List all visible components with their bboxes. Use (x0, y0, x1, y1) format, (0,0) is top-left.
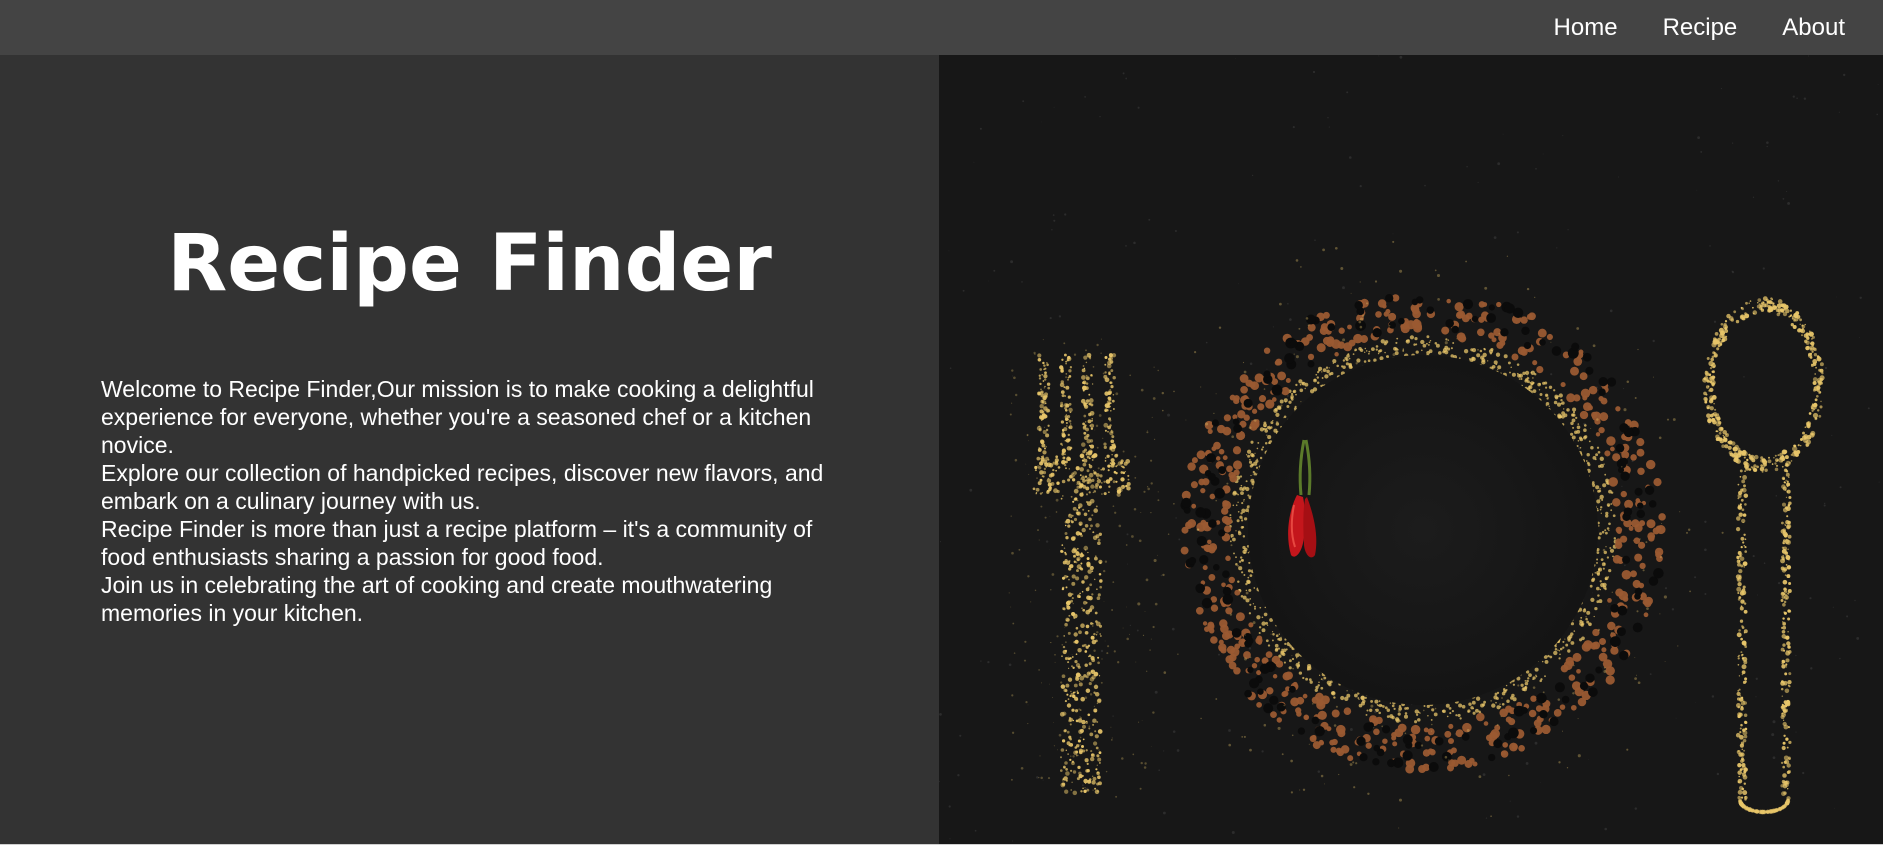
nav-links: Home Recipe About (1554, 0, 1845, 55)
intro-paragraph-join: Join us in celebrating the art of cookin… (101, 572, 773, 626)
intro-paragraph-explore: Explore our collection of handpicked rec… (101, 460, 824, 514)
hero-text-panel: Recipe Finder Welcome to Recipe Finder,O… (0, 55, 939, 844)
page-title: Recipe Finder (167, 219, 772, 309)
intro-paragraph-community: Recipe Finder is more than just a recipe… (101, 516, 813, 570)
hero-image-panel (939, 55, 1883, 844)
nav-link-recipe[interactable]: Recipe (1663, 14, 1738, 42)
nav-link-about[interactable]: About (1782, 14, 1845, 42)
intro-text: Welcome to Recipe Finder,Our mission is … (101, 375, 831, 627)
hero-food-photo (939, 55, 1883, 844)
hero-section: Recipe Finder Welcome to Recipe Finder,O… (0, 55, 1883, 844)
intro-paragraph-welcome: Welcome to Recipe Finder,Our mission is … (101, 376, 814, 458)
top-navbar: Home Recipe About (0, 0, 1883, 55)
nav-link-home[interactable]: Home (1554, 14, 1618, 42)
